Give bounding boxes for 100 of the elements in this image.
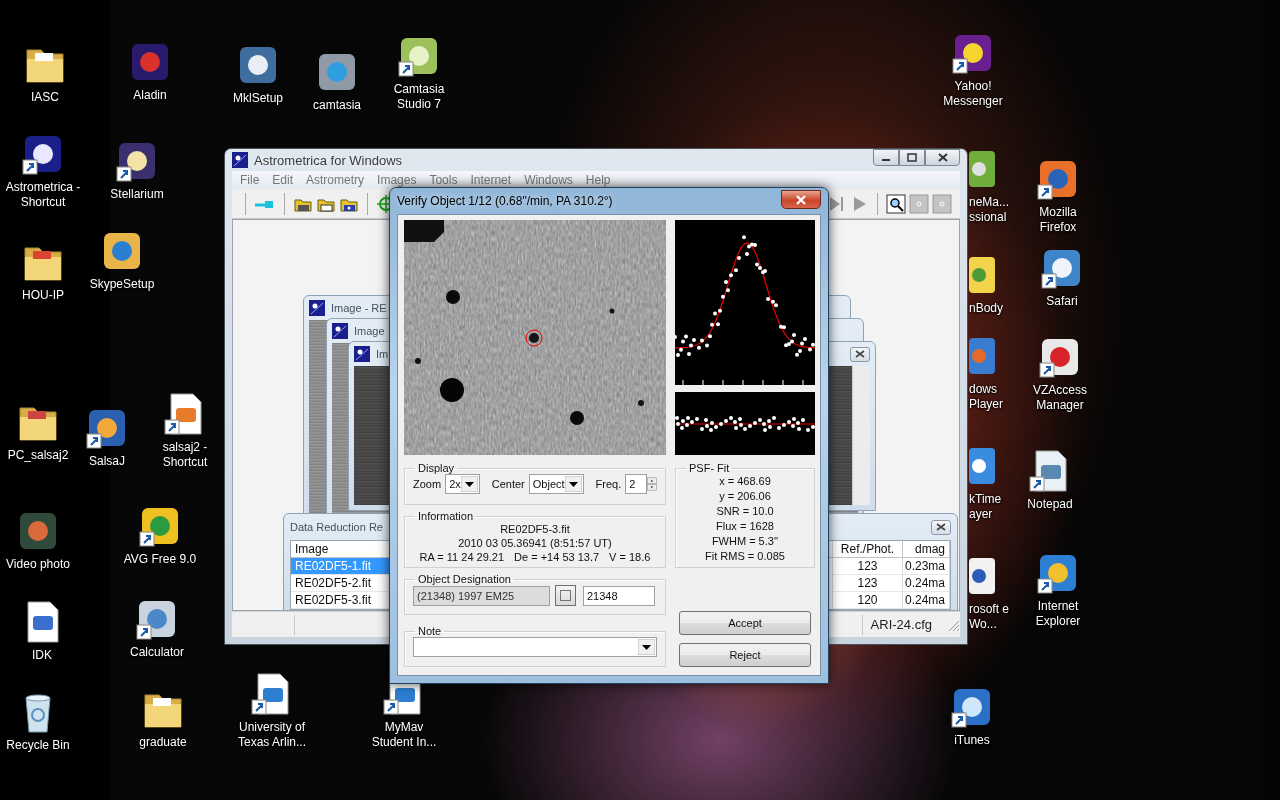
caret-icon[interactable] xyxy=(638,639,655,655)
fit-value: y = 206.06 xyxy=(718,489,772,504)
maximize-icon xyxy=(907,153,917,162)
table-cell[interactable]: 0.24ma xyxy=(903,592,950,609)
icon-label[interactable]: IASC xyxy=(31,90,59,105)
window-title: Im xyxy=(376,348,389,360)
dotted-square-icon xyxy=(559,589,572,602)
column-header[interactable]: dmag xyxy=(903,541,950,558)
group-label: PSF- Fit xyxy=(688,462,731,474)
zoom-dropdown[interactable]: 2x xyxy=(445,474,480,494)
icon-label[interactable]: Stellarium xyxy=(110,187,164,202)
close-button[interactable] xyxy=(781,190,821,209)
window-title: Image - RE xyxy=(331,302,387,314)
icon-label[interactable]: Internet Explorer xyxy=(1020,599,1096,629)
icon-label[interactable]: dows Player xyxy=(969,382,1015,412)
window-title: Image xyxy=(354,325,385,337)
close-icon xyxy=(795,194,807,205)
menu-item[interactable]: Tools xyxy=(423,173,464,187)
fit-value: FWHM = 5.3'' xyxy=(710,534,780,549)
icon-label[interactable]: Astrometrica - Shortcut xyxy=(5,180,81,210)
dialog-button[interactable]: Accept xyxy=(679,611,811,635)
icon-label[interactable]: Calculator xyxy=(130,645,184,660)
field-label: Freq. xyxy=(595,478,622,490)
spinner-arrows-icon[interactable] xyxy=(647,474,657,494)
maximize-button[interactable] xyxy=(899,149,925,166)
icon-label[interactable]: PC_salsaj2 xyxy=(7,448,69,463)
icon-label[interactable]: HOU-IP xyxy=(22,288,64,303)
icon-label[interactable]: SalsaJ xyxy=(89,454,125,469)
icon-label[interactable]: camtasia xyxy=(313,98,361,113)
app-icon xyxy=(309,300,325,316)
table-cell[interactable]: 0.24ma xyxy=(903,575,950,592)
fit-value: x = 468.69 xyxy=(718,474,772,489)
close-button[interactable] xyxy=(931,519,951,535)
menu-item[interactable]: Windows xyxy=(518,173,579,187)
icon-label[interactable]: kTime ayer xyxy=(969,492,1015,522)
info-text: RA = 11 24 29.21 xyxy=(419,550,505,564)
icon-label[interactable]: Video photo xyxy=(6,557,70,572)
menu-item[interactable]: Astrometry xyxy=(300,173,371,187)
browse-button[interactable] xyxy=(555,585,576,606)
magnifier-icon[interactable] xyxy=(886,193,906,214)
icon-label[interactable]: AVG Free 9.0 xyxy=(123,552,197,567)
icon-label[interactable]: neMa... ssional xyxy=(969,195,1015,225)
group-label: Note xyxy=(417,625,443,637)
fit-value: SNR = 10.0 xyxy=(715,504,775,519)
menu-item[interactable]: Images xyxy=(371,173,423,187)
fit-value: Flux = 1628 xyxy=(715,519,775,534)
icon-label[interactable]: Aladin xyxy=(133,88,167,103)
icon-label[interactable]: Notepad xyxy=(1027,497,1073,512)
column-header[interactable]: Ref./Phot. xyxy=(833,541,903,558)
window-title: Astrometrica for Windows xyxy=(254,152,403,168)
close-icon xyxy=(855,350,865,358)
menu-item[interactable]: Help xyxy=(579,173,617,187)
field-label: Center xyxy=(491,478,525,490)
table-cell[interactable]: 0.23ma xyxy=(903,558,950,575)
group-label: Object Designation xyxy=(417,573,512,585)
minimize-button[interactable] xyxy=(873,149,899,166)
icon-label[interactable]: nBody xyxy=(969,301,1004,316)
info-text: 2010 03 05.36941 (8:51:57 UT) xyxy=(458,536,612,550)
icon-label[interactable]: University of Texas Arlin... xyxy=(234,720,310,750)
table-cell[interactable]: 123 xyxy=(833,575,903,592)
status-text: ARI-24.cfg xyxy=(869,617,933,632)
group-label: Display xyxy=(417,462,456,474)
icon-label[interactable]: MklSetup xyxy=(233,91,283,106)
icon-label[interactable]: SkypeSetup xyxy=(89,277,155,292)
window-title: Data Reduction Re xyxy=(290,521,383,533)
close-icon xyxy=(937,153,948,162)
icon-label[interactable]: Safari xyxy=(1046,294,1078,309)
icon-label[interactable]: IDK xyxy=(32,648,52,663)
center-dropdown[interactable]: Object xyxy=(528,474,584,494)
icon-label[interactable]: salsaj2 - Shortcut xyxy=(147,440,223,470)
icon-label[interactable]: Camtasia Studio 7 xyxy=(381,82,457,112)
close-button[interactable] xyxy=(850,346,870,362)
menu-item[interactable]: Edit xyxy=(266,173,300,187)
menu-item[interactable]: Internet xyxy=(464,173,518,187)
app-icon xyxy=(232,152,248,168)
window-title: Verify Object 1/12 (0.68"/min, PA 310.2°) xyxy=(397,194,613,208)
icon-label[interactable]: rosoft e Wo... xyxy=(969,602,1015,632)
icon-label[interactable]: iTunes xyxy=(954,733,990,748)
icon-label[interactable]: Yahoo! Messenger xyxy=(935,79,1011,109)
app-icon xyxy=(354,346,370,362)
field-label: Zoom xyxy=(413,478,442,490)
icon-label[interactable]: VZAccess Manager xyxy=(1022,383,1098,413)
table-cell[interactable]: 123 xyxy=(833,558,903,575)
dialog-button[interactable]: Reject xyxy=(679,643,811,667)
caret-icon[interactable] xyxy=(564,476,582,492)
freq-field[interactable]: 2 xyxy=(625,474,648,494)
scrollbar[interactable] xyxy=(852,366,870,505)
fit-value: Fit RMS = 0.085 xyxy=(704,549,786,564)
number-field[interactable]: 21348 xyxy=(583,585,655,606)
icon-label[interactable]: graduate xyxy=(139,735,187,750)
close-button[interactable] xyxy=(925,149,960,166)
table-cell[interactable]: 120 xyxy=(833,592,903,609)
info-text: V = 18.6 xyxy=(609,550,651,564)
close-icon xyxy=(936,523,946,531)
icon-label[interactable]: Mozilla Firefox xyxy=(1020,205,1096,235)
icon-label[interactable]: Recycle Bin xyxy=(6,738,70,753)
menu-item[interactable]: File xyxy=(234,173,266,187)
icon-label[interactable]: MyMav Student In... xyxy=(366,720,442,750)
caret-icon[interactable] xyxy=(460,476,478,492)
app-icon xyxy=(332,323,348,339)
